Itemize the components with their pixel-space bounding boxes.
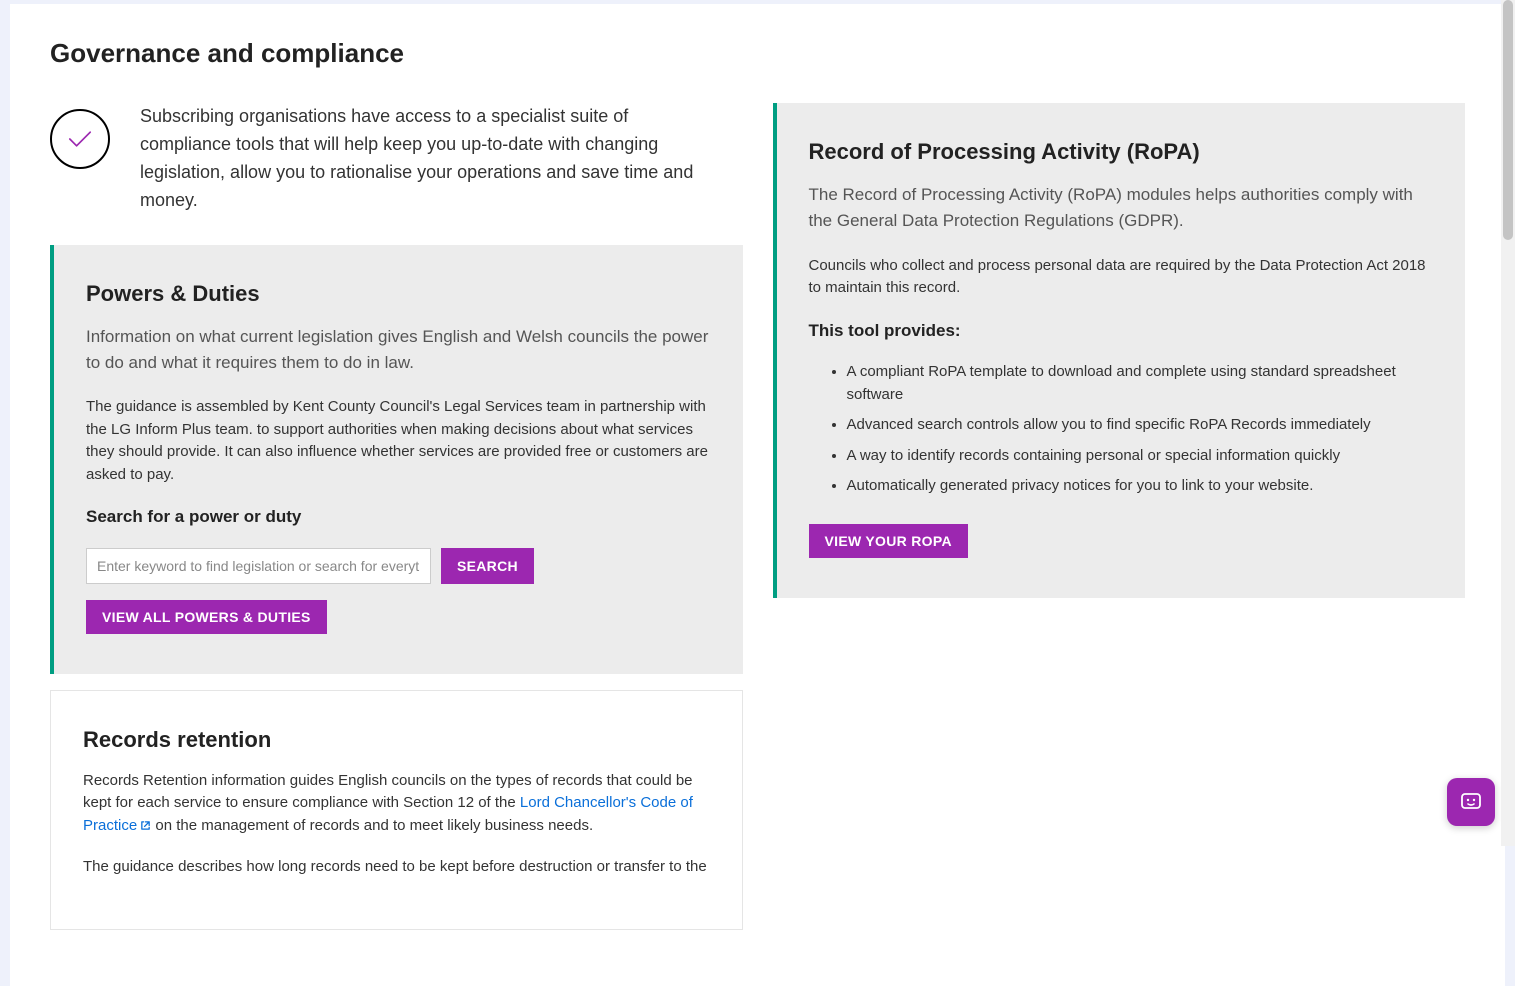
main-content: Governance and compliance Subscribing or… [10, 4, 1505, 986]
powers-body: The guidance is assembled by Kent County… [86, 396, 711, 486]
checkmark-circle-icon [50, 109, 110, 169]
powers-search-heading: Search for a power or duty [86, 504, 711, 530]
ropa-body: Councils who collect and process persona… [809, 255, 1434, 300]
records-retention-card: Records retention Records Retention info… [50, 690, 743, 930]
ropa-list-heading: This tool provides: [809, 318, 1434, 344]
ropa-list: A compliant RoPA template to download an… [809, 361, 1434, 498]
ropa-card: Record of Processing Activity (RoPA) The… [773, 103, 1466, 598]
right-column: Record of Processing Activity (RoPA) The… [773, 103, 1466, 614]
intro-block: Subscribing organisations have access to… [50, 103, 743, 215]
list-item: Automatically generated privacy notices … [847, 475, 1434, 498]
chat-smile-icon [1459, 790, 1483, 814]
powers-search-row: SEARCH [86, 548, 711, 584]
page-title: Governance and compliance [50, 34, 1465, 73]
list-item: A compliant RoPA template to download an… [847, 361, 1434, 406]
chat-widget-button[interactable] [1447, 778, 1495, 826]
records-body1: Records Retention information guides Eng… [83, 770, 710, 839]
content-columns: Subscribing organisations have access to… [50, 103, 1465, 946]
powers-lead: Information on what current legislation … [86, 324, 711, 377]
powers-duties-card: Powers & Duties Information on what curr… [50, 245, 743, 674]
list-item: Advanced search controls allow you to fi… [847, 414, 1434, 437]
records-body1-part2: on the management of records and to meet… [151, 817, 593, 834]
left-column: Subscribing organisations have access to… [50, 103, 743, 946]
powers-heading: Powers & Duties [86, 277, 711, 310]
view-ropa-button[interactable]: VIEW YOUR ROPA [809, 524, 968, 558]
powers-search-input[interactable] [86, 548, 431, 584]
powers-search-button[interactable]: SEARCH [441, 548, 534, 584]
scrollbar-thumb[interactable] [1503, 0, 1513, 240]
vertical-scrollbar[interactable] [1501, 0, 1515, 846]
records-body2: The guidance describes how long records … [83, 856, 710, 879]
intro-text: Subscribing organisations have access to… [140, 103, 703, 215]
ropa-heading: Record of Processing Activity (RoPA) [809, 135, 1434, 168]
external-link-icon [140, 816, 151, 839]
checkmark-icon [63, 122, 97, 156]
records-heading: Records retention [83, 723, 710, 756]
view-all-powers-button[interactable]: VIEW ALL POWERS & DUTIES [86, 600, 327, 634]
ropa-lead: The Record of Processing Activity (RoPA)… [809, 182, 1434, 235]
list-item: A way to identify records containing per… [847, 445, 1434, 468]
